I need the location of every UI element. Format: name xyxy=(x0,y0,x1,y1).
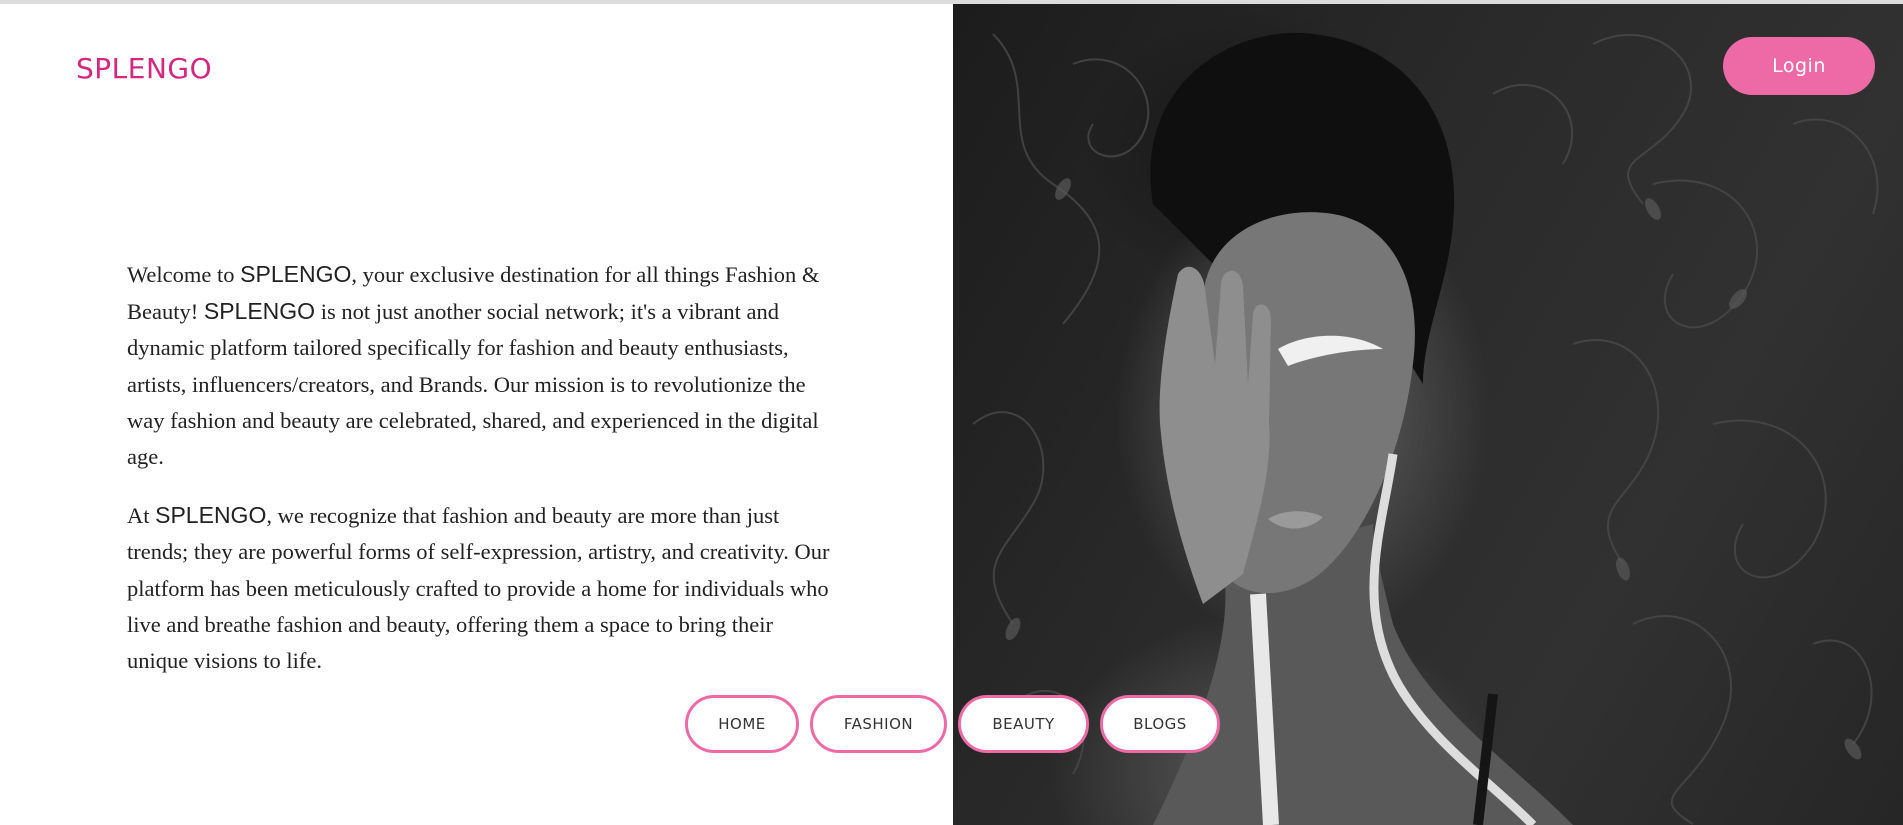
text-run: Welcome to xyxy=(127,262,241,287)
category-nav: HOME FASHION BEAUTY BLOGS xyxy=(0,695,1903,753)
text-run: , we recognize that fashion and beauty a… xyxy=(127,503,830,674)
brand-mention: SPLENGO xyxy=(155,502,267,529)
nav-blogs-button[interactable]: BLOGS xyxy=(1100,695,1220,753)
text-run: At xyxy=(127,503,156,529)
intro-paragraph-2: At SPLENGO, we recognize that fashion an… xyxy=(127,497,832,679)
nav-beauty-button[interactable]: BEAUTY xyxy=(958,695,1089,753)
login-button[interactable]: Login xyxy=(1723,37,1875,95)
nav-fashion-button[interactable]: FASHION xyxy=(810,695,947,753)
intro-text: Welcome to SPLENGO, your exclusive desti… xyxy=(127,256,832,701)
brand-mention: SPLENGO xyxy=(203,298,316,325)
nav-home-button[interactable]: HOME xyxy=(685,695,799,753)
brand-logo[interactable]: SPLENGO xyxy=(76,52,212,85)
brand-mention: SPLENGO xyxy=(240,261,352,287)
intro-paragraph-1: Welcome to SPLENGO, your exclusive desti… xyxy=(127,256,832,475)
text-run: is not just another social network; it's… xyxy=(127,299,819,470)
